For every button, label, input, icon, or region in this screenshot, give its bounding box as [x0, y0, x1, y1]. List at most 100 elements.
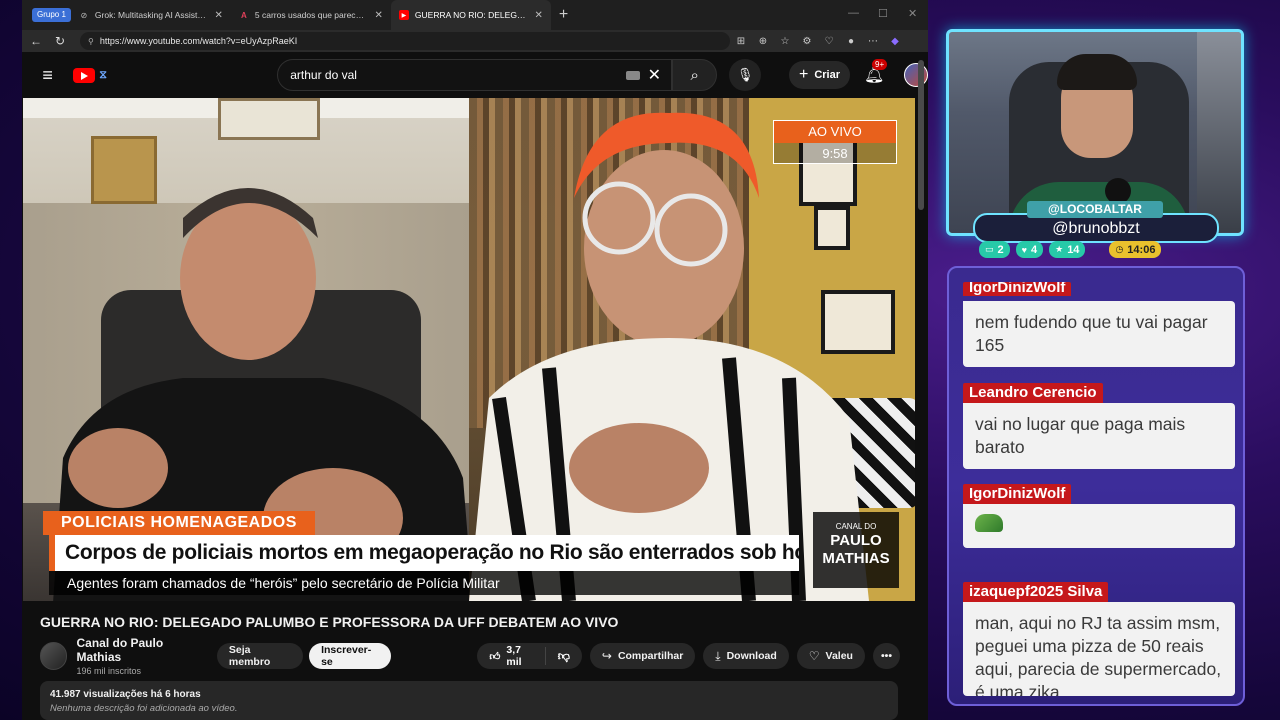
zoom-icon[interactable]: ⊕: [752, 36, 774, 47]
microphone-icon: 🎙︎: [736, 67, 754, 82]
live-indicator: AO VIVO 9:58: [773, 120, 897, 164]
create-label: Criar: [814, 69, 840, 81]
chat-message: IgorDinizWolf: [963, 484, 1235, 548]
logo-doodle-icon: ⧖: [99, 68, 108, 81]
channel-subscribers: 196 mil inscritos: [76, 666, 142, 676]
video-title: GUERRA NO RIO: DELEGADO PALUMBO E PROFES…: [40, 614, 619, 630]
back-icon[interactable]: ←: [24, 34, 48, 48]
description-box[interactable]: 41.987 visualizações há 6 horas Nenhuma …: [40, 681, 898, 720]
page-scrollbar[interactable]: [918, 60, 924, 210]
chat-username: Leandro Cerencio: [963, 383, 1103, 403]
site-info-icon[interactable]: ⚲: [88, 37, 94, 46]
close-icon[interactable]: ✕: [535, 10, 543, 21]
super-thanks-icon: ♡: [808, 649, 820, 663]
plus-icon: +: [798, 66, 809, 83]
minimize-icon[interactable]: —: [848, 7, 859, 19]
extensions-icon[interactable]: ⚙: [796, 36, 818, 47]
video-player[interactable]: AO VIVO 9:58 POLICIAIS HOMENAGEADOS Corp…: [23, 98, 915, 601]
watermark-line2: MATHIAS: [822, 550, 890, 567]
voice-search-button[interactable]: 🎙︎: [729, 59, 761, 91]
browser-window: Grupo 1 ⊘ Grok: Multitasking AI Assistan…: [22, 0, 928, 720]
close-icon[interactable]: ✕: [215, 10, 223, 21]
tab-label: 5 carros usados que parecem car: [254, 10, 369, 20]
picture-frame: [218, 98, 320, 140]
live-label: AO VIVO: [774, 121, 896, 143]
streamer-hair: [1057, 54, 1137, 90]
tab-strip: Grupo 1 ⊘ Grok: Multitasking AI Assistan…: [22, 0, 928, 30]
heart-count: 4: [1030, 243, 1038, 256]
like-button[interactable]: 👍︎ 3,7 mil: [477, 644, 546, 668]
a-logo-icon: A: [241, 10, 247, 20]
favorite-star-icon[interactable]: ☆: [774, 36, 796, 47]
youtube-play-icon: [73, 67, 96, 83]
subscribe-label: Inscrever-se: [321, 644, 372, 668]
clock-time: 14:06: [1127, 243, 1156, 256]
star-icon: ★: [1055, 244, 1064, 254]
url-field[interactable]: ⚲ https://www.youtube.com/watch?v=eUyAzp…: [80, 32, 730, 50]
hamburger-menu-icon[interactable]: ≡: [22, 65, 73, 86]
app-available-icon[interactable]: ⊞: [730, 36, 752, 47]
search-value: arthur do val: [290, 68, 357, 82]
channel-watermark: CANAL DO PAULO MATHIAS: [813, 512, 899, 588]
news-subline: Agentes foram chamados de “heróis” pelo …: [49, 571, 799, 595]
reload-icon[interactable]: ↻: [48, 34, 72, 48]
like-count: 3,7 mil: [506, 644, 522, 668]
search-input[interactable]: arthur do val ✕: [277, 59, 672, 91]
chat-stat: ▭ 2: [979, 241, 1010, 258]
search-button[interactable]: ⌕: [672, 59, 718, 91]
dislike-button[interactable]: 👎︎: [546, 649, 582, 664]
watermark-small: CANAL DO: [835, 522, 877, 531]
thanks-button[interactable]: ♡ Valeu: [796, 643, 865, 669]
tab-label: GUERRA NO RIO: DELEGADO PALUMBO: [414, 10, 529, 20]
stream-chat: IgorDinizWolf nem fudendo que tu vai pag…: [947, 266, 1245, 706]
notification-count-badge: 9+: [872, 59, 888, 70]
profile-icon[interactable]: ●: [840, 36, 862, 47]
channel-info: Canal do Paulo Mathias 196 mil inscritos: [77, 636, 201, 676]
address-bar-row: ← ↻ ⚲ https://www.youtube.com/watch?v=eU…: [22, 30, 928, 52]
grok-icon: ⊘: [80, 10, 88, 20]
clock-icon: ◷: [1115, 244, 1124, 254]
account-avatar[interactable]: [904, 63, 928, 87]
tab-carros[interactable]: A 5 carros usados que parecem car ✕: [231, 0, 391, 30]
channel-name[interactable]: Canal do Paulo Mathias: [77, 636, 201, 664]
window-close-icon[interactable]: ✕: [908, 7, 917, 20]
chat-text: [963, 504, 1235, 548]
frog-emote-icon: [975, 514, 1003, 532]
close-icon[interactable]: ✕: [375, 10, 383, 21]
keyboard-icon[interactable]: [625, 70, 640, 80]
join-button[interactable]: Seja membro: [216, 643, 304, 669]
tab-label: Grok: Multitasking AI Assistant Ca: [94, 10, 209, 20]
tab-youtube[interactable]: ▶ GUERRA NO RIO: DELEGADO PALUMBO ✕: [390, 0, 551, 30]
url-text: https://www.youtube.com/watch?v=eUyAzpRa…: [99, 36, 298, 46]
notifications-button[interactable]: 🔔︎ 9+: [864, 59, 888, 85]
star-stat: ★ 14: [1049, 241, 1086, 258]
youtube-icon: ▶: [398, 10, 409, 20]
more-actions-button[interactable]: •••: [872, 643, 900, 669]
clear-search-icon[interactable]: ✕: [648, 65, 661, 85]
description-text: Nenhuma descrição foi adicionada ao víde…: [50, 703, 238, 714]
share-button[interactable]: ↪ Compartilhar: [589, 643, 696, 669]
tab-grok[interactable]: ⊘ Grok: Multitasking AI Assistant Ca ✕: [71, 0, 231, 30]
youtube-header: ≡ ⧖ arthur do val ✕ ⌕ 🎙︎ + Criar 🔔︎ 9+: [22, 52, 928, 98]
create-button[interactable]: + Criar: [788, 61, 850, 89]
new-tab-icon[interactable]: +: [559, 6, 568, 24]
chat-username: IgorDinizWolf: [963, 282, 1072, 296]
more-icon: •••: [880, 650, 892, 662]
news-headline: Corpos de policiais mortos em megaoperaç…: [49, 535, 799, 571]
chat-message: IgorDinizWolf nem fudendo que tu vai pag…: [963, 282, 1235, 367]
chat-message: izaquepf2025 Silva man, aqui no RJ ta as…: [963, 582, 1235, 696]
maximize-icon[interactable]: ☐: [878, 7, 888, 20]
live-time: 9:58: [822, 146, 848, 161]
youtube-logo[interactable]: ⧖: [73, 67, 221, 83]
subscribe-button[interactable]: Inscrever-se: [309, 643, 392, 669]
stream-stats: ▭ 2 ♥ 4 ★ 14 ◷ 14:06: [979, 241, 1162, 258]
view-count-date: 41.987 visualizações há 6 horas: [50, 689, 201, 700]
channel-avatar[interactable]: [40, 642, 67, 670]
channel-handle: @LOCOBALTAR: [1027, 201, 1163, 218]
more-menu-icon[interactable]: ⋯: [862, 36, 884, 47]
copilot-icon[interactable]: ◆: [884, 36, 906, 47]
join-label: Seja membro: [228, 644, 271, 668]
browser-essentials-icon[interactable]: ♡: [818, 36, 840, 47]
tab-group-badge[interactable]: Grupo 1: [32, 8, 71, 22]
download-button[interactable]: ⤓ Download: [703, 643, 789, 669]
